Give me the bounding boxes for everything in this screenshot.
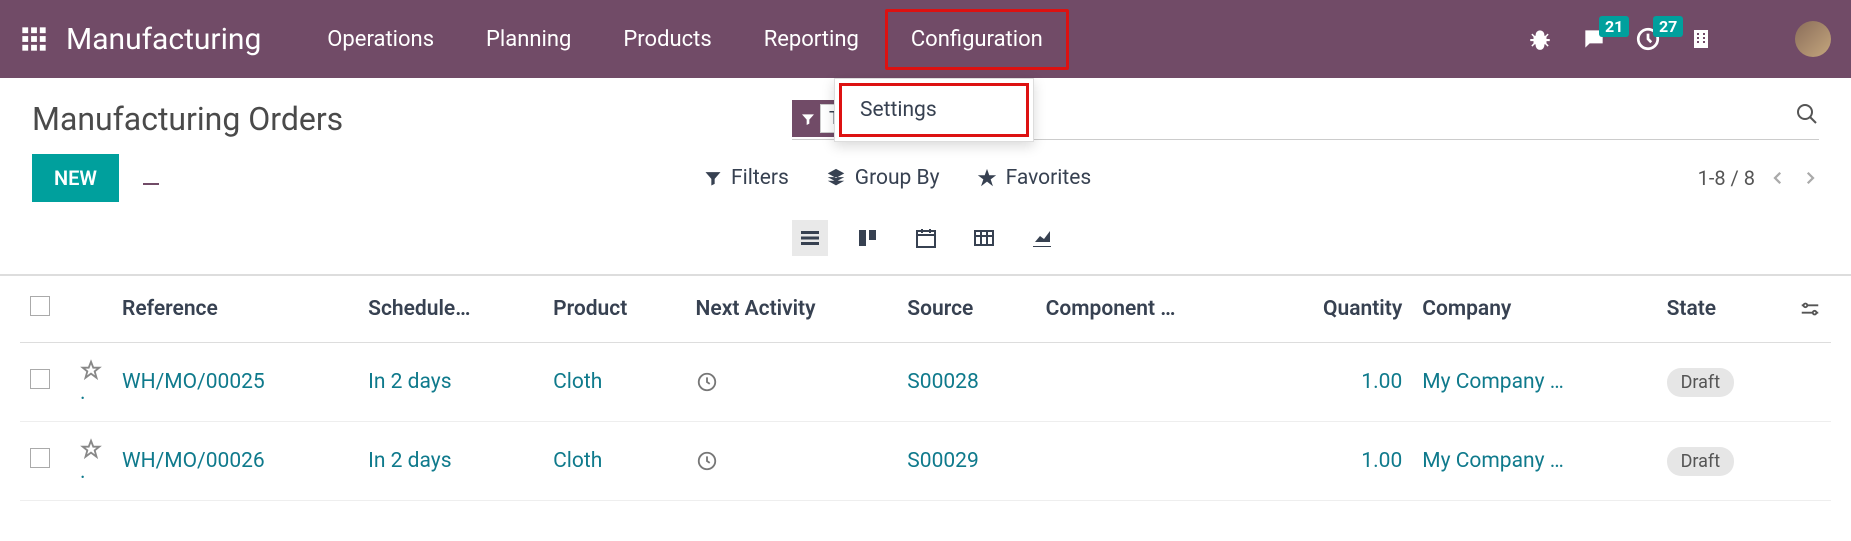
groupby-button[interactable]: Group By [825, 166, 940, 190]
activities-icon[interactable]: 27 [1635, 26, 1661, 52]
pager-prev-icon[interactable] [1769, 169, 1787, 187]
groupby-label: Group By [855, 166, 940, 190]
cell-component [1036, 343, 1263, 422]
view-switcher [0, 212, 1851, 274]
row-checkbox[interactable] [30, 448, 50, 468]
configuration-dropdown: Settings [834, 78, 1034, 142]
cell-schedule[interactable]: In 2 days [368, 449, 451, 473]
menu-operations[interactable]: Operations [301, 9, 460, 70]
messages-icon[interactable]: 21 [1581, 26, 1607, 52]
menu-products[interactable]: Products [597, 9, 737, 70]
col-product[interactable]: Product [543, 276, 685, 343]
view-list-icon[interactable] [792, 220, 828, 256]
cell-reference[interactable]: WH/MO/00025 [122, 370, 265, 394]
col-reference[interactable]: Reference [112, 276, 358, 343]
favorites-label: Favorites [1006, 166, 1092, 190]
cell-company[interactable]: My Company … [1422, 370, 1564, 394]
row-checkbox[interactable] [30, 369, 50, 389]
col-schedule[interactable]: Schedule… [358, 276, 543, 343]
cell-product[interactable]: Cloth [553, 449, 602, 473]
cell-quantity: 1.00 [1272, 370, 1402, 394]
tools-icon[interactable] [1741, 26, 1767, 52]
select-all-checkbox[interactable] [30, 296, 50, 316]
table-row[interactable]: . WH/MO/00026 In 2 days Cloth S00029 1.0… [20, 422, 1831, 501]
view-pivot-icon[interactable] [966, 220, 1002, 256]
navbar-right: 21 27 [1527, 21, 1831, 57]
cell-product[interactable]: Cloth [553, 370, 602, 394]
table-row[interactable]: . WH/MO/00025 In 2 days Cloth S00028 1.0… [20, 343, 1831, 422]
menu-configuration[interactable]: Configuration [885, 9, 1069, 70]
filters-label: Filters [731, 166, 789, 190]
cell-source[interactable]: S00028 [907, 370, 978, 394]
filters-button[interactable]: Filters [703, 166, 789, 190]
menu-reporting[interactable]: Reporting [738, 9, 885, 70]
top-navbar: Manufacturing Operations Planning Produc… [0, 0, 1851, 78]
page-title: Manufacturing Orders [32, 100, 792, 138]
company-icon[interactable] [1689, 27, 1713, 51]
new-button[interactable]: NEW [32, 154, 119, 202]
app-brand[interactable]: Manufacturing [66, 22, 261, 57]
dropdown-settings[interactable]: Settings [839, 83, 1029, 137]
state-badge: Draft [1667, 368, 1735, 397]
pager-next-icon[interactable] [1801, 169, 1819, 187]
view-calendar-icon[interactable] [908, 220, 944, 256]
cell-component [1036, 422, 1263, 501]
state-badge: Draft [1667, 447, 1735, 476]
col-next-activity[interactable]: Next Activity [686, 276, 898, 343]
clock-icon[interactable] [696, 371, 888, 393]
star-icon[interactable] [80, 438, 102, 460]
menu-planning[interactable]: Planning [460, 9, 597, 70]
orders-table: Reference Schedule… Product Next Activit… [0, 274, 1851, 501]
cell-company[interactable]: My Company … [1422, 449, 1564, 473]
apps-icon[interactable] [20, 25, 48, 53]
cell-reference[interactable]: WH/MO/00026 [122, 449, 265, 473]
controls-row: NEW Filters Group By Favorites 1-8 / 8 [0, 140, 1851, 212]
user-avatar[interactable] [1795, 21, 1831, 57]
col-source[interactable]: Source [897, 276, 1035, 343]
search-icon[interactable] [1795, 102, 1819, 126]
col-state[interactable]: State [1657, 276, 1789, 343]
main-menu: Operations Planning Products Reporting C… [301, 9, 1069, 70]
activities-badge: 27 [1653, 16, 1683, 37]
clock-icon[interactable] [696, 450, 888, 472]
messages-badge: 21 [1599, 16, 1629, 37]
favorites-button[interactable]: Favorites [976, 166, 1092, 190]
debug-icon[interactable] [1527, 26, 1553, 52]
import-icon[interactable] [139, 166, 163, 190]
col-company[interactable]: Company [1412, 276, 1656, 343]
columns-settings-icon[interactable] [1799, 298, 1821, 320]
cell-quantity: 1.00 [1272, 449, 1402, 473]
pager-text: 1-8 / 8 [1698, 166, 1755, 190]
col-component[interactable]: Component … [1036, 276, 1263, 343]
view-graph-icon[interactable] [1024, 220, 1060, 256]
cell-source[interactable]: S00029 [907, 449, 978, 473]
star-icon[interactable] [80, 359, 102, 381]
pager: 1-8 / 8 [1698, 166, 1819, 190]
view-kanban-icon[interactable] [850, 220, 886, 256]
cell-schedule[interactable]: In 2 days [368, 370, 451, 394]
col-quantity[interactable]: Quantity [1262, 276, 1412, 343]
